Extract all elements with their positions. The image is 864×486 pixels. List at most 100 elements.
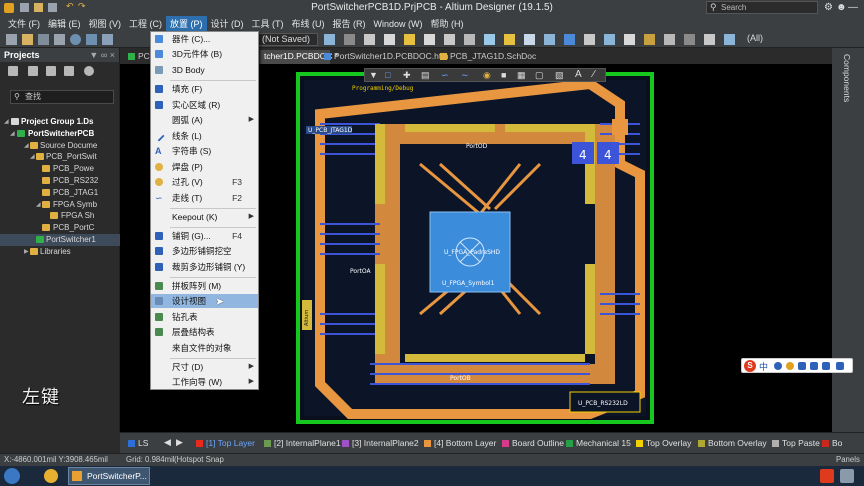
route-icon[interactable]: ∽	[441, 70, 449, 81]
menu-item-polygon-pour[interactable]: 铺铜 (G)... F4	[151, 229, 258, 243]
zoom-icon[interactable]	[70, 34, 81, 45]
tree-node-schematic[interactable]: PCB_JTAG1	[0, 187, 120, 199]
tree-node-source-documents[interactable]: ◢ Source Docume	[0, 140, 120, 152]
toolbar-tool-icon[interactable]	[504, 34, 515, 45]
tree-node-schematic[interactable]: PCB_PortC	[0, 222, 120, 234]
layer-tab-mechanical-15[interactable]: Mechanical 15	[566, 438, 631, 449]
text-tool-icon[interactable]: A	[575, 69, 582, 80]
align-icon[interactable]: ▤	[421, 70, 430, 81]
menu-design[interactable]: 设计 (D)	[207, 16, 248, 31]
toolbar-tool-icon[interactable]	[484, 34, 495, 45]
toolbar-tool-icon[interactable]	[644, 34, 655, 45]
menu-project[interactable]: 工程 (C)	[125, 16, 166, 31]
menu-item-component[interactable]: 器件 (C)...	[151, 32, 258, 46]
menu-item-work-guide[interactable]: 工作向导 (W) ▶	[151, 375, 258, 389]
ime-toolbar[interactable]: S 中	[741, 358, 853, 373]
tree-node-schematic[interactable]: PCB_RS232	[0, 175, 120, 187]
toolbar-tool-icon[interactable]	[404, 34, 415, 45]
toolbar-tool-icon[interactable]	[564, 34, 575, 45]
layer-tab-internal-plane2[interactable]: [3] InternalPlane2	[342, 438, 419, 449]
tab-jtag-schdoc[interactable]: PCB_JTAG1D.SchDoc	[438, 50, 536, 64]
toolbar-tool-icon[interactable]	[464, 34, 475, 45]
tree-node-schematic[interactable]: ◢ FPGA Symb	[0, 199, 120, 211]
search-box[interactable]: ⚲ Search	[706, 1, 818, 14]
menu-view[interactable]: 视图 (V)	[85, 16, 126, 31]
menu-item-slice-polygon[interactable]: 裁剪多边形铺铜 (Y)	[151, 260, 258, 274]
toolbar-tool-icon[interactable]	[544, 34, 555, 45]
menu-item-board-array[interactable]: 拼板阵列 (M)	[151, 279, 258, 293]
menu-help[interactable]: 帮助 (H)	[427, 16, 468, 31]
toolbar-tool-icon[interactable]	[604, 34, 615, 45]
layer-tab-internal-plane1[interactable]: [2] InternalPlane1	[264, 438, 341, 449]
menu-item-solid-region[interactable]: 实心区域 (R)	[151, 98, 258, 112]
tree-node-schematic[interactable]: ◢ PCB_PortSwit	[0, 151, 120, 163]
ime-mic-icon[interactable]	[798, 362, 806, 370]
project-new-icon[interactable]	[28, 66, 38, 76]
cross-probe-icon[interactable]	[102, 34, 113, 45]
new-icon[interactable]	[6, 34, 17, 45]
ime-emoji-icon[interactable]	[786, 362, 794, 370]
layer-tab-board-outline[interactable]: Board Outline	[502, 438, 564, 449]
ime-tray-icon[interactable]	[820, 469, 834, 483]
toolbar-tool-icon[interactable]	[624, 34, 635, 45]
menu-window[interactable]: Window (W)	[370, 18, 427, 30]
layer-scroll-left-icon[interactable]: ◀	[164, 437, 171, 448]
move-icon[interactable]: ✚	[403, 70, 411, 81]
project-doc-icon[interactable]	[8, 66, 18, 76]
tree-node-pcb-project[interactable]: ◢ PortSwitcherPCB	[0, 128, 120, 140]
menu-item-arc[interactable]: 圆弧 (A) ▶	[151, 113, 258, 127]
menu-tools[interactable]: 工具 (T)	[248, 16, 288, 31]
menu-item-3d-body-alt[interactable]: 3D Body	[151, 63, 258, 77]
toolbar-tool-icon[interactable]	[384, 34, 395, 45]
ime-keyboard-icon[interactable]	[810, 362, 818, 370]
fill-tool-icon[interactable]: ■	[501, 70, 506, 80]
project-compile-icon[interactable]	[64, 66, 74, 76]
menu-edit[interactable]: 编辑 (E)	[44, 16, 85, 31]
layer-tab-top-overlay[interactable]: Top Overlay	[636, 438, 691, 449]
select-icon[interactable]: □	[385, 70, 390, 80]
tree-node-schematic[interactable]: PCB_Powe	[0, 163, 120, 175]
menu-item-object-from-file[interactable]: 来自文件的对象	[151, 341, 258, 355]
menu-reports[interactable]: 报告 (R)	[329, 16, 370, 31]
projects-search-input[interactable]: ⚲ 查找	[10, 90, 114, 104]
tree-node-schematic[interactable]: FPGA Sh	[0, 210, 120, 222]
layer-scroll-right-icon[interactable]: ▶	[176, 437, 183, 448]
ime-logo-icon[interactable]: S	[744, 360, 756, 372]
ime-language[interactable]: 中	[759, 360, 768, 373]
toolbar-tool-icon[interactable]	[444, 34, 455, 45]
menu-item-3d-body[interactable]: 3D元件体 (B)	[151, 47, 258, 61]
tree-node-project-group[interactable]: ◢ Project Group 1.Ds	[0, 116, 120, 128]
tree-node-libraries[interactable]: ▶ Libraries	[0, 246, 120, 258]
user-icon[interactable]: ☻	[836, 2, 847, 13]
component-tool-icon[interactable]: ▧	[555, 70, 564, 81]
tab-pcbdoc-htm[interactable]: PortSwitcher1D.PCBDOC.htm	[322, 50, 448, 64]
toolbar-tool-icon[interactable]	[324, 34, 335, 45]
layer-set-tab[interactable]: LS	[128, 438, 148, 449]
components-panel-tab[interactable]: Components	[842, 54, 852, 102]
menu-item-string[interactable]: A 字符串 (S)	[151, 144, 258, 158]
diff-pair-icon[interactable]: ∼	[461, 70, 469, 81]
toolbar-tool-icon[interactable]	[684, 34, 695, 45]
toolbar-tool-icon[interactable]	[664, 34, 675, 45]
project-save-icon[interactable]	[46, 66, 56, 76]
ime-shirt-icon[interactable]	[822, 362, 830, 370]
taskbar-app-altium[interactable]: PortSwitcherP...	[68, 467, 150, 485]
menu-item-drill-table[interactable]: 钻孔表	[151, 310, 258, 324]
toolbar-tool-icon[interactable]	[704, 34, 715, 45]
filter-combo[interactable]: (All)	[744, 33, 804, 46]
menu-item-layer-stack-table[interactable]: 层叠结构表	[151, 325, 258, 339]
menu-file[interactable]: 文件 (F)	[4, 16, 44, 31]
menu-place[interactable]: 放置 (P)	[166, 16, 207, 31]
region-tool-icon[interactable]: ▦	[517, 70, 526, 81]
layer-tab-bottom-partial[interactable]: Bo	[822, 438, 842, 449]
toolbar-tool-icon[interactable]	[524, 34, 535, 45]
menu-item-track[interactable]: ∽ 走线 (T) F2	[151, 191, 258, 205]
flag-tray-icon[interactable]	[840, 469, 854, 483]
gear-icon[interactable]: ⚙	[824, 2, 833, 13]
pin-icon[interactable]: ▼ ∞ ×	[89, 48, 115, 62]
ime-punct-icon[interactable]	[774, 362, 782, 370]
menu-route[interactable]: 布线 (U)	[288, 16, 329, 31]
toolbar-tool-icon[interactable]	[344, 34, 355, 45]
layer-tab-top-paste[interactable]: Top Paste	[772, 438, 820, 449]
tab-pcbdoc-active[interactable]: tcher1D.PCBDOC *	[260, 50, 338, 64]
